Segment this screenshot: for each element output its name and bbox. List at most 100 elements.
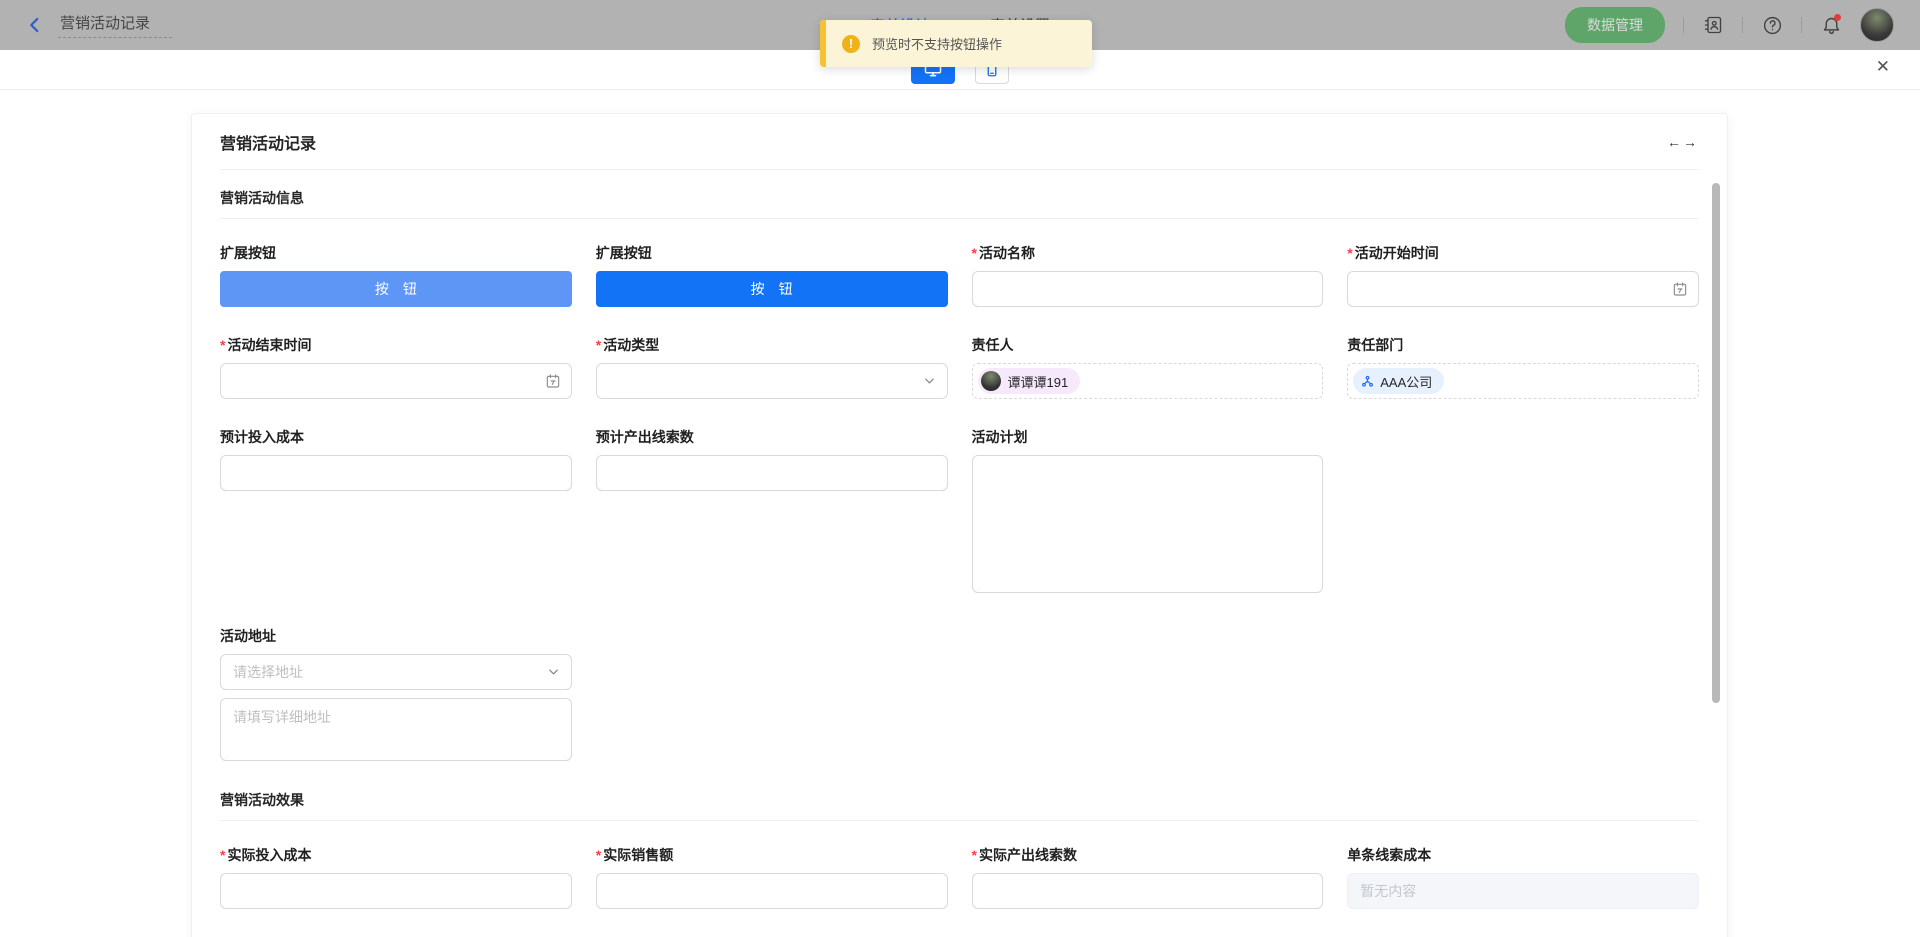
field-label-text: 单条线索成本 [1347, 845, 1431, 865]
field-est-leads: 预计产出线索数 [596, 427, 948, 491]
required-asterisk: * [220, 847, 225, 863]
field-label: *实际销售额 [596, 845, 948, 865]
field-label-text: 活动名称 [979, 243, 1035, 263]
field-label: *活动结束时间 [220, 335, 572, 355]
field-label-text: 预计投入成本 [220, 427, 304, 447]
est-cost-input[interactable] [220, 455, 572, 491]
field-label: 扩展按钮 [596, 243, 948, 263]
toast-message: 预览时不支持按钮操作 [872, 34, 1002, 53]
address-select-input[interactable] [220, 654, 572, 690]
field-label: 活动地址 [220, 626, 572, 646]
field-label-text: 活动开始时间 [1355, 243, 1439, 263]
department-picker[interactable]: AAA公司 [1347, 363, 1699, 399]
owner-chip[interactable]: 谭谭谭191 [978, 368, 1081, 394]
required-asterisk: * [220, 337, 225, 353]
data-manage-button[interactable]: 数据管理 [1565, 7, 1665, 43]
activity-type-input[interactable] [596, 363, 948, 399]
field-activity-type: *活动类型 [596, 335, 948, 399]
section-title-info: 营销活动信息 [220, 188, 1699, 208]
field-label: 责任人 [972, 335, 1324, 355]
actual-leads-input[interactable] [972, 873, 1324, 909]
field-label: 责任部门 [1347, 335, 1699, 355]
required-asterisk: * [1347, 245, 1352, 261]
divider [1742, 17, 1743, 33]
field-label: 单条线索成本 [1347, 845, 1699, 865]
required-asterisk: * [972, 245, 977, 261]
field-cost-per-lead: 单条线索成本 [1347, 845, 1699, 909]
header-actions: 数据管理 [1565, 7, 1894, 43]
required-asterisk: * [972, 847, 977, 863]
address-detail-textarea[interactable] [220, 698, 572, 761]
field-label: *活动名称 [972, 243, 1324, 263]
actual-cost-input[interactable] [220, 873, 572, 909]
owner-chip-label: 谭谭谭191 [1008, 372, 1069, 391]
notification-badge [1834, 14, 1841, 21]
end-time-input[interactable] [220, 363, 572, 399]
required-asterisk: * [596, 847, 601, 863]
field-label-text: 实际投入成本 [227, 845, 311, 865]
extension-button-primary[interactable]: 按 钮 [596, 271, 948, 307]
card-header: 营销活动记录 ←→ [220, 114, 1699, 154]
field-address: 活动地址 [220, 626, 572, 766]
field-plan: 活动计划 [972, 427, 1324, 598]
date-picker [1347, 271, 1699, 307]
divider [1801, 17, 1802, 33]
field-owner: 责任人 谭谭谭191 [972, 335, 1324, 399]
toast-notification: ! 预览时不支持按钮操作 [820, 20, 1092, 67]
field-label: *活动开始时间 [1347, 243, 1699, 263]
plan-textarea[interactable] [972, 455, 1324, 593]
field-label-text: 活动结束时间 [227, 335, 311, 355]
field-label: *活动类型 [596, 335, 948, 355]
field-label: 预计投入成本 [220, 427, 572, 447]
help-icon[interactable] [1761, 14, 1783, 36]
department-chip[interactable]: AAA公司 [1353, 368, 1444, 394]
section-title-effect: 营销活动效果 [220, 790, 1699, 810]
expand-width-button[interactable]: ←→ [1667, 134, 1699, 150]
department-chip-label: AAA公司 [1380, 372, 1432, 391]
field-label-text: 实际销售额 [603, 845, 673, 865]
back-button[interactable] [26, 16, 44, 34]
field-label: *实际投入成本 [220, 845, 572, 865]
form-name-title[interactable]: 营销活动记录 [58, 12, 172, 38]
required-asterisk: * [596, 337, 601, 353]
extension-button-light[interactable]: 按 钮 [220, 271, 572, 307]
field-label-text: 扩展按钮 [220, 243, 276, 263]
field-actual-cost: *实际投入成本 [220, 845, 572, 909]
owner-picker[interactable]: 谭谭谭191 [972, 363, 1324, 399]
field-ext-button-2: 扩展按钮 按 钮 [596, 243, 948, 307]
field-label: 活动计划 [972, 427, 1324, 447]
field-end-time: *活动结束时间 [220, 335, 572, 399]
activity-name-input[interactable] [972, 271, 1324, 307]
field-label-text: 责任人 [972, 335, 1014, 355]
close-preview-button[interactable]: ✕ [1876, 58, 1890, 75]
est-leads-input[interactable] [596, 455, 948, 491]
activity-type-select[interactable] [596, 363, 948, 399]
field-label-text: 活动地址 [220, 626, 276, 646]
card-title: 营销活动记录 [220, 130, 316, 154]
cost-per-lead-input [1347, 873, 1699, 909]
back-chevron-icon [26, 16, 44, 34]
form-grid-effect: *实际投入成本 *实际销售额 *实际产出线索数 单条线索成本 ROI [220, 845, 1699, 937]
field-label-text: 活动类型 [603, 335, 659, 355]
notification-bell-icon[interactable] [1820, 14, 1842, 36]
field-label-text: 预计产出线索数 [596, 427, 694, 447]
address-book-icon[interactable] [1702, 14, 1724, 36]
field-est-cost: 预计投入成本 [220, 427, 572, 491]
start-time-input[interactable] [1347, 271, 1699, 307]
warning-icon: ! [842, 35, 860, 53]
actual-sales-input[interactable] [596, 873, 948, 909]
field-label-text: 活动计划 [972, 427, 1028, 447]
user-avatar[interactable] [1860, 8, 1894, 42]
field-start-time: *活动开始时间 [1347, 243, 1699, 307]
scrollbar-thumb[interactable] [1712, 183, 1720, 703]
field-label: 预计产出线索数 [596, 427, 948, 447]
preview-body: 营销活动记录 ←→ 营销活动信息 扩展按钮 按 钮 扩展按钮 按 钮 *活动名称 [0, 113, 1920, 937]
field-department: 责任部门 AAA公司 [1347, 335, 1699, 399]
field-label-text: 责任部门 [1347, 335, 1403, 355]
address-select[interactable] [220, 654, 572, 690]
form-card: 营销活动记录 ←→ 营销活动信息 扩展按钮 按 钮 扩展按钮 按 钮 *活动名称 [191, 113, 1728, 937]
field-ext-button-1: 扩展按钮 按 钮 [220, 243, 572, 307]
org-icon [1361, 375, 1374, 388]
form-grid-info: 扩展按钮 按 钮 扩展按钮 按 钮 *活动名称 *活动开始时间 [220, 243, 1699, 766]
divider [1683, 17, 1684, 33]
